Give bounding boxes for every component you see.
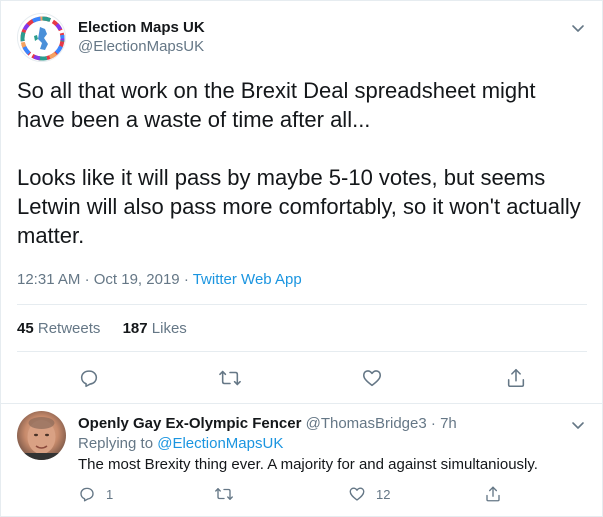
tweet-stats: 45 Retweets 187 Likes — [17, 319, 205, 339]
tweet-metadata: 12:31 AM · Oct 19, 2019 · Twitter Web Ap… — [17, 270, 302, 290]
like-count: 12 — [376, 486, 391, 502]
retweets-label: Retweets — [37, 320, 101, 337]
tweet-time[interactable]: 12:31 AM — [17, 271, 80, 288]
divider — [17, 351, 587, 352]
avatar[interactable] — [17, 411, 66, 460]
share-button[interactable] — [502, 364, 530, 392]
like-button[interactable] — [358, 364, 386, 392]
source-app-link[interactable]: Twitter Web App — [193, 271, 302, 288]
divider — [0, 403, 603, 404]
tweet-text: So all that work on the Brexit Deal spre… — [17, 76, 587, 250]
reply-button[interactable] — [75, 364, 103, 392]
avatar[interactable] — [17, 13, 66, 62]
reply-icon — [80, 370, 98, 388]
replying-to: Replying to @ElectionMapsUK — [78, 434, 283, 453]
share-button[interactable] — [484, 483, 512, 505]
share-icon — [507, 368, 525, 388]
reply-icon — [80, 487, 94, 502]
retweet-icon — [215, 488, 233, 500]
mention-link[interactable]: @ElectionMapsUK — [157, 435, 283, 452]
tweet-date[interactable]: Oct 19, 2019 — [94, 271, 180, 288]
separator-dot: · — [183, 271, 189, 288]
likes-stat[interactable]: 187 Likes — [123, 320, 187, 337]
reply-actions: 1 12 — [78, 483, 558, 505]
user-handle[interactable]: @ElectionMapsUK — [78, 37, 205, 56]
election-maps-logo — [20, 16, 65, 61]
like-button[interactable]: 12 — [348, 483, 390, 505]
likes-count: 187 — [122, 320, 148, 337]
reply-user-handle[interactable]: @ThomasBridge3 — [306, 415, 427, 432]
like-icon — [349, 487, 365, 501]
chevron-down-icon[interactable] — [569, 19, 587, 37]
tweet-actions — [17, 364, 587, 392]
display-name[interactable]: Election Maps UK — [78, 18, 205, 37]
reply-display-name[interactable]: Openly Gay Ex-Olympic Fencer — [78, 415, 301, 432]
tweet-header: Election Maps UK @ElectionMapsUK — [17, 13, 587, 62]
retweets-stat[interactable]: 45 Retweets — [17, 320, 100, 337]
separator-dot: · — [430, 415, 436, 432]
retweets-count: 45 — [17, 320, 34, 337]
separator-dot: · — [84, 271, 90, 288]
retweet-icon — [219, 370, 241, 386]
reply-count: 1 — [106, 486, 114, 502]
retweet-button[interactable] — [214, 483, 244, 505]
reply-avatar-photo — [17, 417, 66, 460]
reply-header: Openly Gay Ex-Olympic Fencer @ThomasBrid… — [78, 414, 457, 433]
share-icon — [486, 486, 500, 502]
replying-prefix: Replying to — [78, 435, 154, 452]
divider — [17, 304, 587, 305]
reply-time[interactable]: 7h — [440, 415, 457, 432]
retweet-button[interactable] — [216, 364, 244, 392]
chevron-down-icon[interactable] — [569, 416, 587, 434]
tweet-paragraph: Looks like it will pass by maybe 5-10 vo… — [17, 165, 581, 248]
reply-button[interactable]: 1 — [78, 483, 113, 505]
reply-text: The most Brexity thing ever. A majority … — [78, 456, 538, 473]
likes-label: Likes — [151, 320, 187, 337]
tweet-paragraph: So all that work on the Brexit Deal spre… — [17, 78, 536, 132]
like-icon — [362, 370, 382, 387]
